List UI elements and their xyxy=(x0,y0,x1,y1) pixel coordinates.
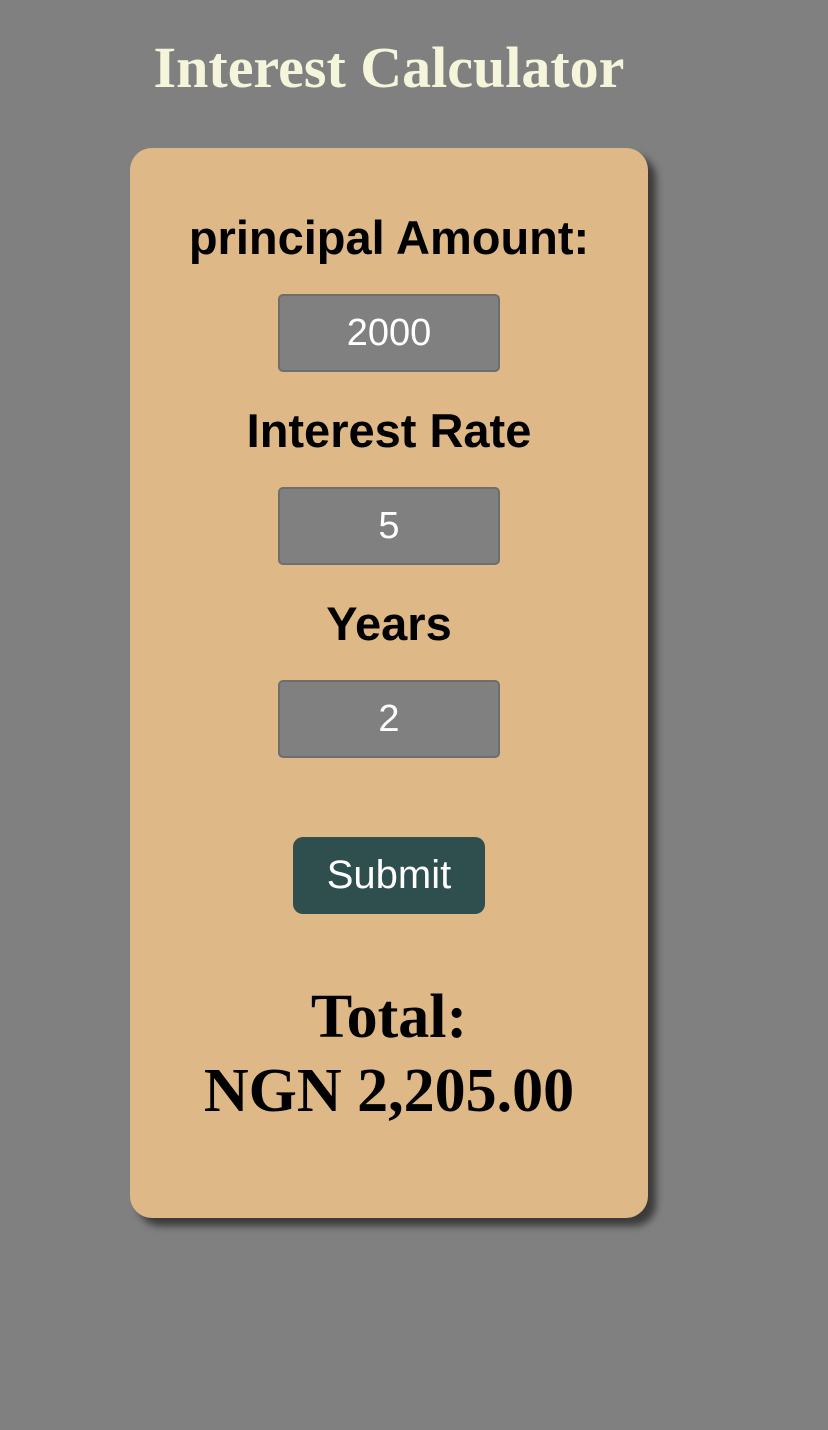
interest-rate-input[interactable] xyxy=(278,487,500,565)
total-result: Total: NGN 2,205.00 xyxy=(130,980,648,1128)
principal-label: principal Amount: xyxy=(188,211,590,264)
years-label: Years xyxy=(326,597,452,650)
page-title: Interest Calculator xyxy=(153,35,625,100)
principal-input[interactable] xyxy=(278,294,500,372)
interest-rate-label: Interest Rate xyxy=(246,404,532,457)
calculator-card: principal Amount: Interest Rate Years Su… xyxy=(130,148,648,1218)
total-value: NGN 2,205.00 xyxy=(203,1057,575,1125)
total-label: Total: xyxy=(310,983,468,1051)
submit-button[interactable]: Submit xyxy=(293,837,485,914)
years-input[interactable] xyxy=(278,680,500,758)
